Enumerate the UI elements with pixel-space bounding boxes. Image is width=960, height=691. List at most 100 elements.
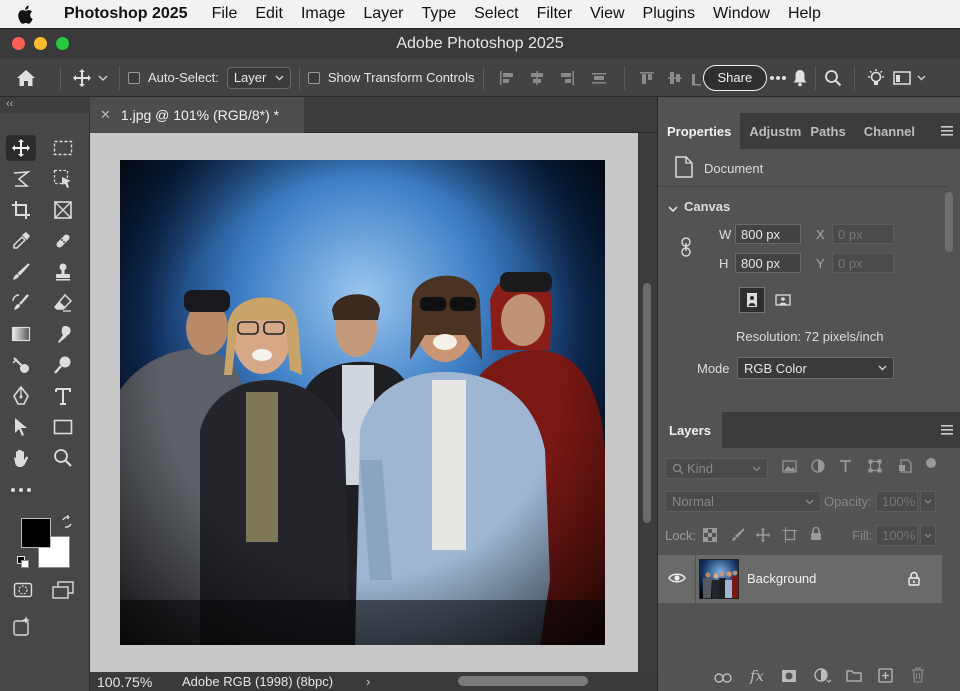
notifications-bell-icon[interactable]	[789, 69, 811, 87]
tab-layers[interactable]: Layers	[658, 412, 722, 448]
filter-type-icon[interactable]	[839, 459, 852, 476]
align-horizontal-center-icon[interactable]	[522, 70, 552, 86]
edit-toolbar-more-icon[interactable]	[6, 477, 36, 503]
discover-lightbulb-icon[interactable]	[863, 68, 889, 88]
panel-menu-icon[interactable]	[941, 113, 960, 149]
clone-stamp-tool-icon[interactable]	[48, 259, 78, 285]
lock-position-icon[interactable]	[755, 527, 771, 546]
lasso-tool-icon[interactable]	[6, 166, 36, 192]
rectangle-tool-icon[interactable]	[48, 414, 78, 440]
crop-tool-icon[interactable]	[6, 197, 36, 223]
quick-mask-icon[interactable]	[8, 577, 38, 603]
layer-filter-dropdown[interactable]: Kind	[665, 458, 768, 479]
lock-artboard-icon[interactable]	[782, 527, 798, 546]
fill-stepper[interactable]	[920, 525, 936, 546]
chevron-down-icon[interactable]	[95, 75, 111, 81]
menu-type[interactable]: Type	[421, 5, 474, 23]
tab-adjustments[interactable]: Adjustm	[740, 113, 801, 149]
properties-scrollbar[interactable]	[945, 192, 953, 252]
object-selection-tool-icon[interactable]	[48, 166, 78, 192]
filter-adjustment-icon[interactable]	[811, 459, 825, 476]
history-brush-tool-icon[interactable]	[6, 290, 36, 316]
y-field[interactable]: 0 px	[832, 253, 894, 273]
menu-plugins[interactable]: Plugins	[643, 5, 713, 23]
orientation-landscape-button[interactable]	[770, 287, 796, 313]
status-menu-chevron-icon[interactable]: ›	[366, 674, 370, 689]
add-mask-icon[interactable]	[781, 669, 797, 686]
lock-image-pixels-icon[interactable]	[731, 528, 745, 545]
zoom-level[interactable]: 100.75%	[90, 674, 182, 690]
search-icon[interactable]	[820, 69, 846, 87]
canvas-section-title[interactable]: Canvas	[684, 199, 730, 214]
menu-image[interactable]: Image	[301, 5, 363, 23]
workspace-layout-icon[interactable]	[889, 70, 915, 85]
filter-shape-icon[interactable]	[868, 459, 882, 476]
gradient-tool-icon[interactable]	[6, 321, 36, 347]
swap-colors-icon[interactable]	[60, 514, 74, 532]
menu-file[interactable]: File	[212, 5, 256, 23]
canvas-horizontal-scrollbar[interactable]	[458, 676, 588, 686]
width-field[interactable]: 800 px	[735, 224, 801, 244]
filter-pixel-icon[interactable]	[782, 460, 797, 476]
document-tab[interactable]: ✕ 1.jpg @ 101% (RGB/8*) *	[90, 97, 304, 133]
orientation-portrait-button[interactable]	[739, 287, 765, 313]
new-layer-icon[interactable]	[878, 668, 893, 686]
link-layers-icon[interactable]	[714, 671, 732, 686]
apple-icon[interactable]	[0, 5, 50, 24]
menu-layer[interactable]: Layer	[363, 5, 421, 23]
home-icon[interactable]	[0, 69, 52, 87]
canvas-vertical-scrollbar[interactable]	[638, 133, 657, 672]
default-colors-icon[interactable]	[17, 556, 29, 571]
screen-mode-icon[interactable]	[48, 577, 78, 603]
hand-tool-icon[interactable]	[6, 445, 36, 471]
menu-filter[interactable]: Filter	[537, 5, 591, 23]
delete-layer-trash-icon[interactable]	[911, 667, 925, 686]
menu-select[interactable]: Select	[474, 5, 536, 23]
healing-brush-tool-icon[interactable]	[48, 228, 78, 254]
auto-select-checkbox[interactable]	[128, 71, 140, 84]
blur-tool-icon[interactable]	[48, 321, 78, 347]
opacity-stepper[interactable]	[920, 491, 936, 512]
tab-channels[interactable]: Channel	[855, 113, 924, 149]
path-selection-tool-icon[interactable]	[6, 414, 36, 440]
x-field[interactable]: 0 px	[832, 224, 894, 244]
generative-fill-icon[interactable]	[8, 613, 38, 639]
zoom-tool-icon[interactable]	[48, 445, 78, 471]
layer-row-background[interactable]: Background	[658, 555, 942, 603]
show-transform-checkbox[interactable]	[307, 71, 320, 84]
filter-smart-object-icon[interactable]	[898, 459, 912, 476]
opacity-field[interactable]: 100%	[876, 491, 918, 512]
share-button[interactable]: Share	[702, 64, 768, 91]
tools-collapse-strip[interactable]: ‹‹	[0, 97, 90, 113]
dodge-tool-icon[interactable]	[6, 352, 36, 378]
chevron-down-icon[interactable]	[915, 75, 927, 81]
fill-field[interactable]: 100%	[876, 525, 918, 546]
move-tool-preset-icon[interactable]	[69, 68, 95, 88]
align-top-icon[interactable]	[633, 70, 661, 86]
adjustment-layer-icon[interactable]	[814, 668, 832, 687]
tab-properties[interactable]: Properties	[658, 113, 741, 149]
sponge-tool-icon[interactable]	[48, 352, 78, 378]
auto-select-dropdown[interactable]: Layer	[226, 66, 291, 89]
marquee-tool-icon[interactable]	[48, 135, 78, 161]
brush-tool-icon[interactable]	[6, 259, 36, 285]
more-options-icon[interactable]	[767, 75, 789, 81]
layer-visibility-eye-icon[interactable]	[668, 572, 686, 587]
foreground-color-swatch[interactable]	[21, 518, 51, 548]
menu-app-name[interactable]: Photoshop 2025	[50, 5, 212, 23]
panel-menu-icon[interactable]	[941, 412, 960, 448]
canvas-section-chevron-icon[interactable]	[668, 201, 678, 216]
align-vertical-center-icon[interactable]	[661, 70, 689, 86]
layer-style-fx-icon[interactable]: fx	[750, 667, 764, 685]
height-field[interactable]: 800 px	[735, 253, 801, 273]
move-tool-icon[interactable]	[6, 135, 36, 161]
menu-view[interactable]: View	[590, 5, 642, 23]
align-right-icon[interactable]	[552, 70, 582, 86]
menu-edit[interactable]: Edit	[255, 5, 301, 23]
zoom-window-button[interactable]	[56, 37, 69, 50]
scrollbar-thumb[interactable]	[643, 283, 651, 523]
distribute-icon[interactable]	[582, 70, 616, 86]
frame-tool-icon[interactable]	[48, 197, 78, 223]
pen-tool-icon[interactable]	[6, 383, 36, 409]
new-group-folder-icon[interactable]	[846, 669, 862, 685]
